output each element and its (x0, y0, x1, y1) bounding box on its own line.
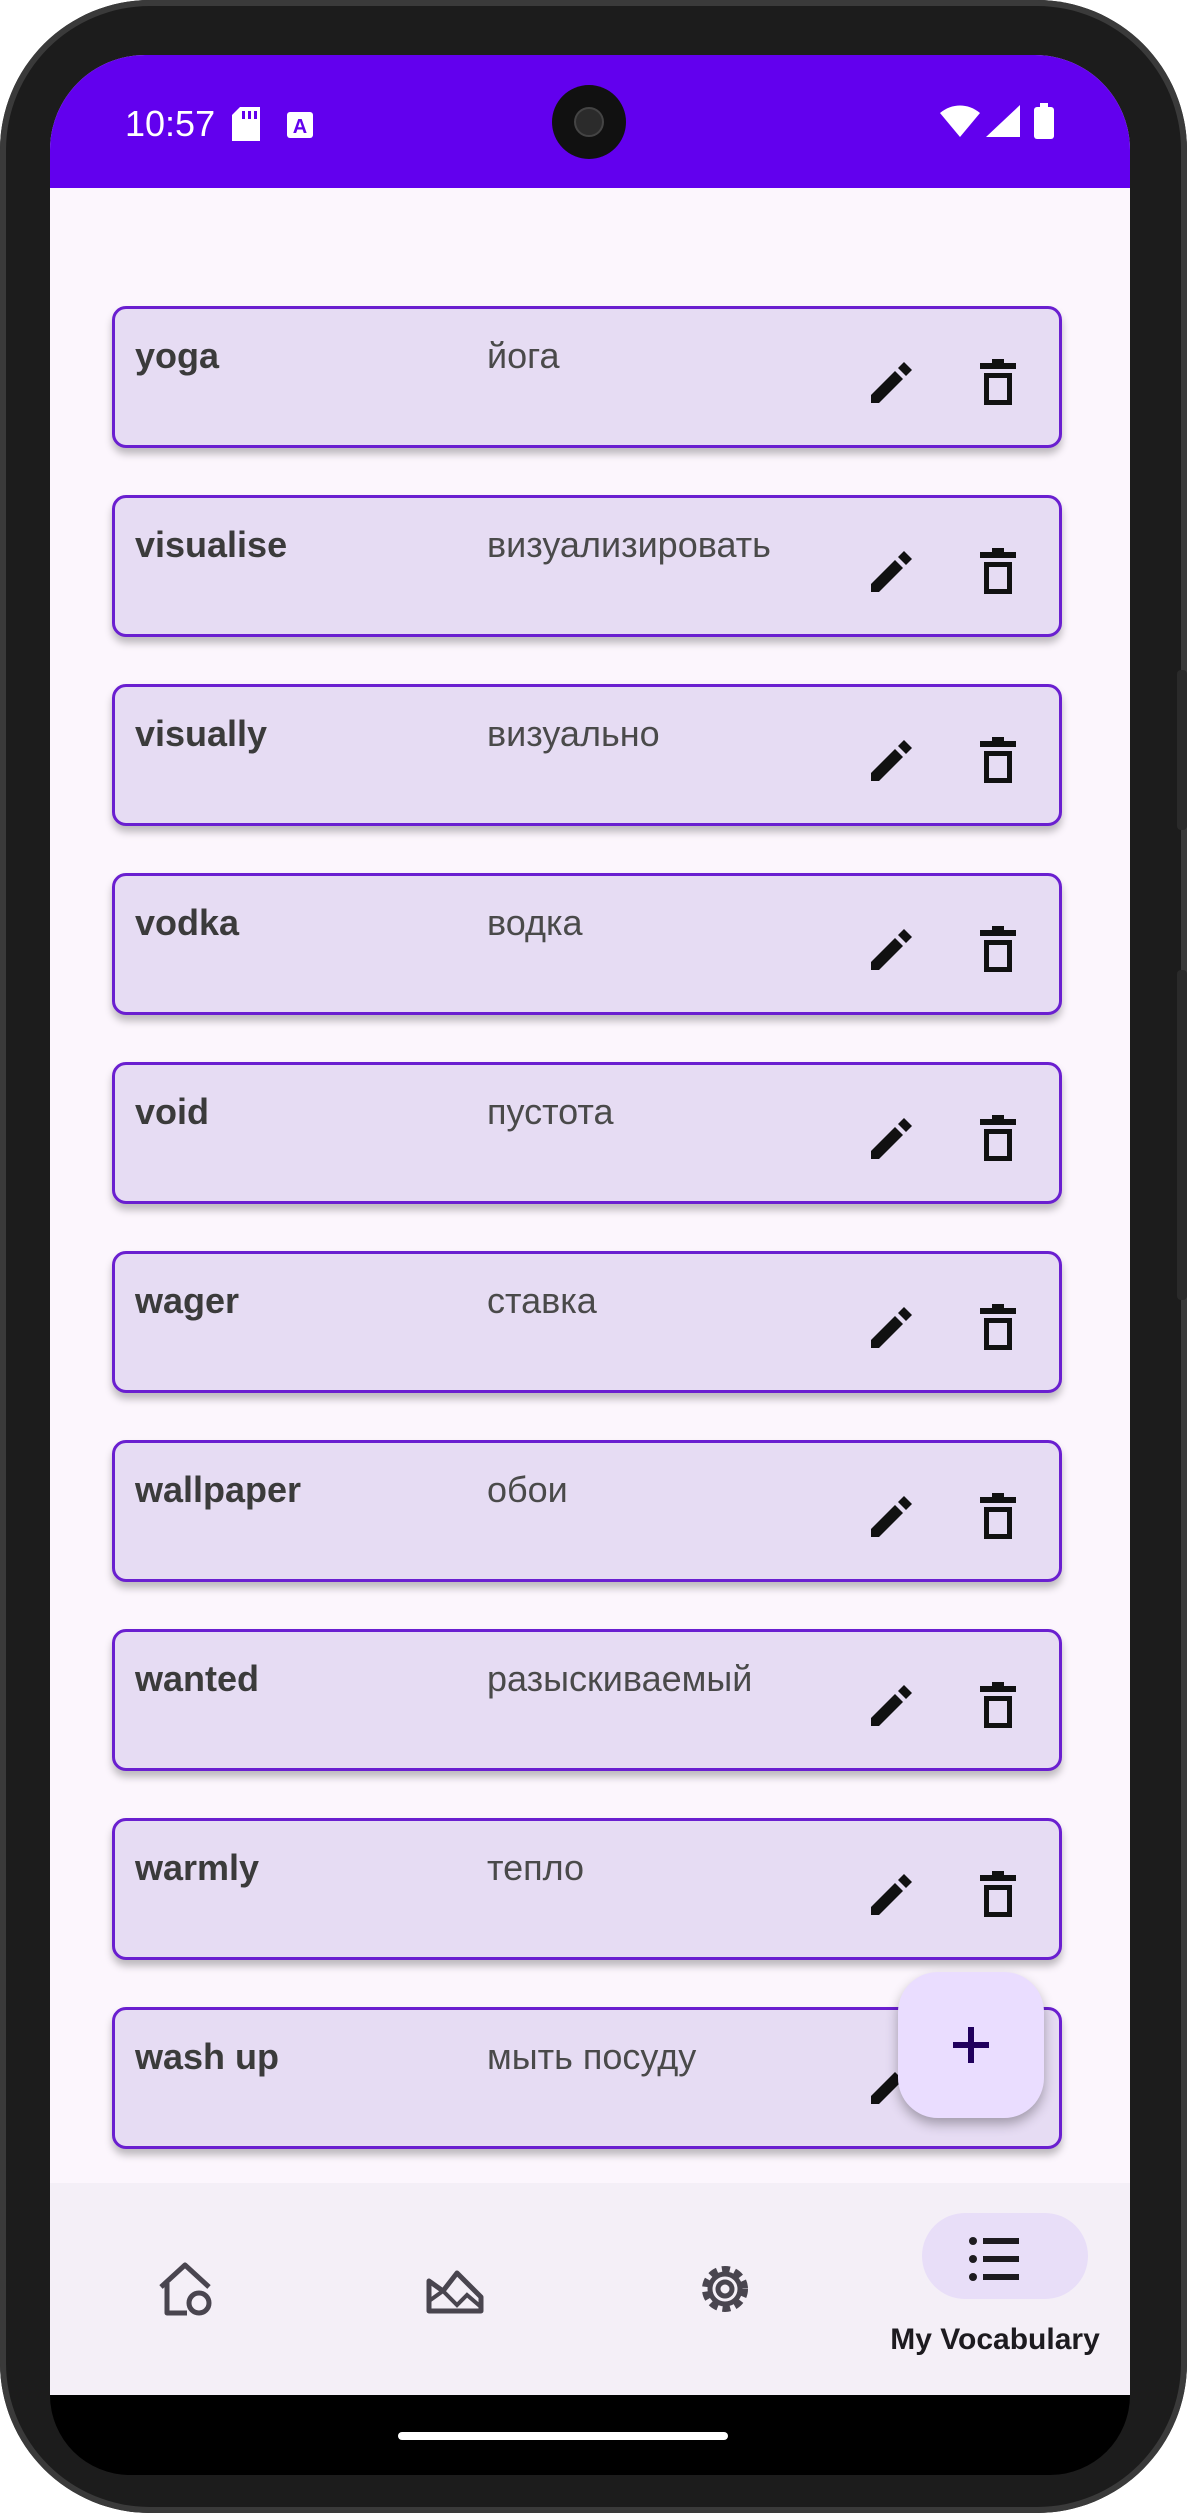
svg-text:A: A (293, 116, 307, 138)
vocabulary-card[interactable]: wallpaper обои (112, 1440, 1062, 1582)
status-time: 10:57 (125, 103, 216, 144)
volume-button (1177, 670, 1187, 830)
translation-text: визуализировать (487, 524, 771, 565)
edit-icon[interactable] (863, 355, 919, 411)
edit-icon[interactable] (863, 1867, 919, 1923)
vocabulary-card[interactable]: vodka водка (112, 873, 1062, 1015)
delete-icon[interactable] (970, 355, 1026, 411)
delete-icon[interactable] (970, 1300, 1026, 1356)
battery-icon (1034, 103, 1054, 144)
front-camera (552, 85, 626, 159)
translation-text: разыскиваемый (487, 1658, 753, 1699)
nav-my-vocabulary[interactable]: My Vocabulary (860, 2183, 1130, 2395)
translation-text: мыть посуду (487, 2036, 697, 2077)
list-icon (969, 2237, 1019, 2281)
delete-icon[interactable] (970, 1489, 1026, 1545)
word-text: void (135, 1091, 210, 1132)
word-text: visually (135, 713, 268, 754)
status-bar: 10:57 A (50, 55, 1130, 188)
vocabulary-card[interactable]: visualise визуализировать (112, 495, 1062, 637)
translation-text: йога (487, 335, 560, 376)
word-text: wanted (135, 1658, 260, 1699)
edit-icon[interactable] (863, 1678, 919, 1734)
vocabulary-card[interactable]: void пустота (112, 1062, 1062, 1204)
vocabulary-card[interactable]: wager ставка (112, 1251, 1062, 1393)
word-text: wash up (135, 2036, 280, 2077)
delete-icon[interactable] (970, 922, 1026, 978)
word-text: visualise (135, 524, 288, 565)
vocabulary-list[interactable]: yoga йога visualise визуализировать visually… (50, 188, 1130, 2183)
home-icon (159, 2262, 212, 2316)
translation-text: пустота (487, 1091, 614, 1132)
translation-text: тепло (487, 1847, 585, 1888)
app-screen: 10:57 A yoga йога visualise визуализировать… (50, 55, 1130, 2395)
edit-icon[interactable] (863, 733, 919, 789)
signal-icon (986, 105, 1020, 142)
word-text: wager (135, 1280, 240, 1321)
settings-icon (702, 2266, 748, 2312)
landscape-icon (426, 2270, 484, 2314)
vocabulary-card[interactable]: wanted разыскиваемый (112, 1629, 1062, 1771)
translation-text: водка (487, 902, 583, 943)
nav-label-my-vocabulary: My Vocabulary (890, 2323, 1100, 2356)
translation-text: визуально (487, 713, 660, 754)
wifi-icon (940, 105, 980, 142)
word-text: wallpaper (135, 1469, 302, 1510)
gesture-handle[interactable] (398, 2432, 728, 2440)
translation-text: обои (487, 1469, 568, 1510)
edit-icon[interactable] (863, 1300, 919, 1356)
nav-settings[interactable] (590, 2183, 860, 2395)
edit-icon[interactable] (863, 1489, 919, 1545)
delete-icon[interactable] (970, 544, 1026, 600)
edit-icon[interactable] (863, 1111, 919, 1167)
vocabulary-card[interactable]: yoga йога (112, 306, 1062, 448)
word-text: warmly (135, 1847, 260, 1888)
vocabulary-card[interactable]: visually визуально (112, 684, 1062, 826)
delete-icon[interactable] (970, 1111, 1026, 1167)
delete-icon[interactable] (970, 733, 1026, 789)
nav-landscape[interactable] (320, 2183, 590, 2395)
vocabulary-card[interactable]: warmly тепло (112, 1818, 1062, 1960)
delete-icon[interactable] (970, 1867, 1026, 1923)
sd-card-icon (232, 107, 260, 146)
translation-text: ставка (487, 1280, 597, 1321)
word-text: yoga (135, 335, 220, 376)
keyboard-a-icon: A (286, 111, 314, 144)
delete-icon[interactable] (970, 1678, 1026, 1734)
power-button (1177, 970, 1187, 1300)
nav-home[interactable] (50, 2183, 320, 2395)
phone-frame: 10:57 A yoga йога visualise визуализировать… (0, 0, 1187, 2513)
word-text: vodka (135, 902, 240, 943)
edit-icon[interactable] (863, 544, 919, 600)
add-word-button[interactable] (898, 1972, 1044, 2118)
bottom-navigation: My Vocabulary (50, 2183, 1130, 2395)
edit-icon[interactable] (863, 922, 919, 978)
plus-icon (953, 2027, 989, 2063)
